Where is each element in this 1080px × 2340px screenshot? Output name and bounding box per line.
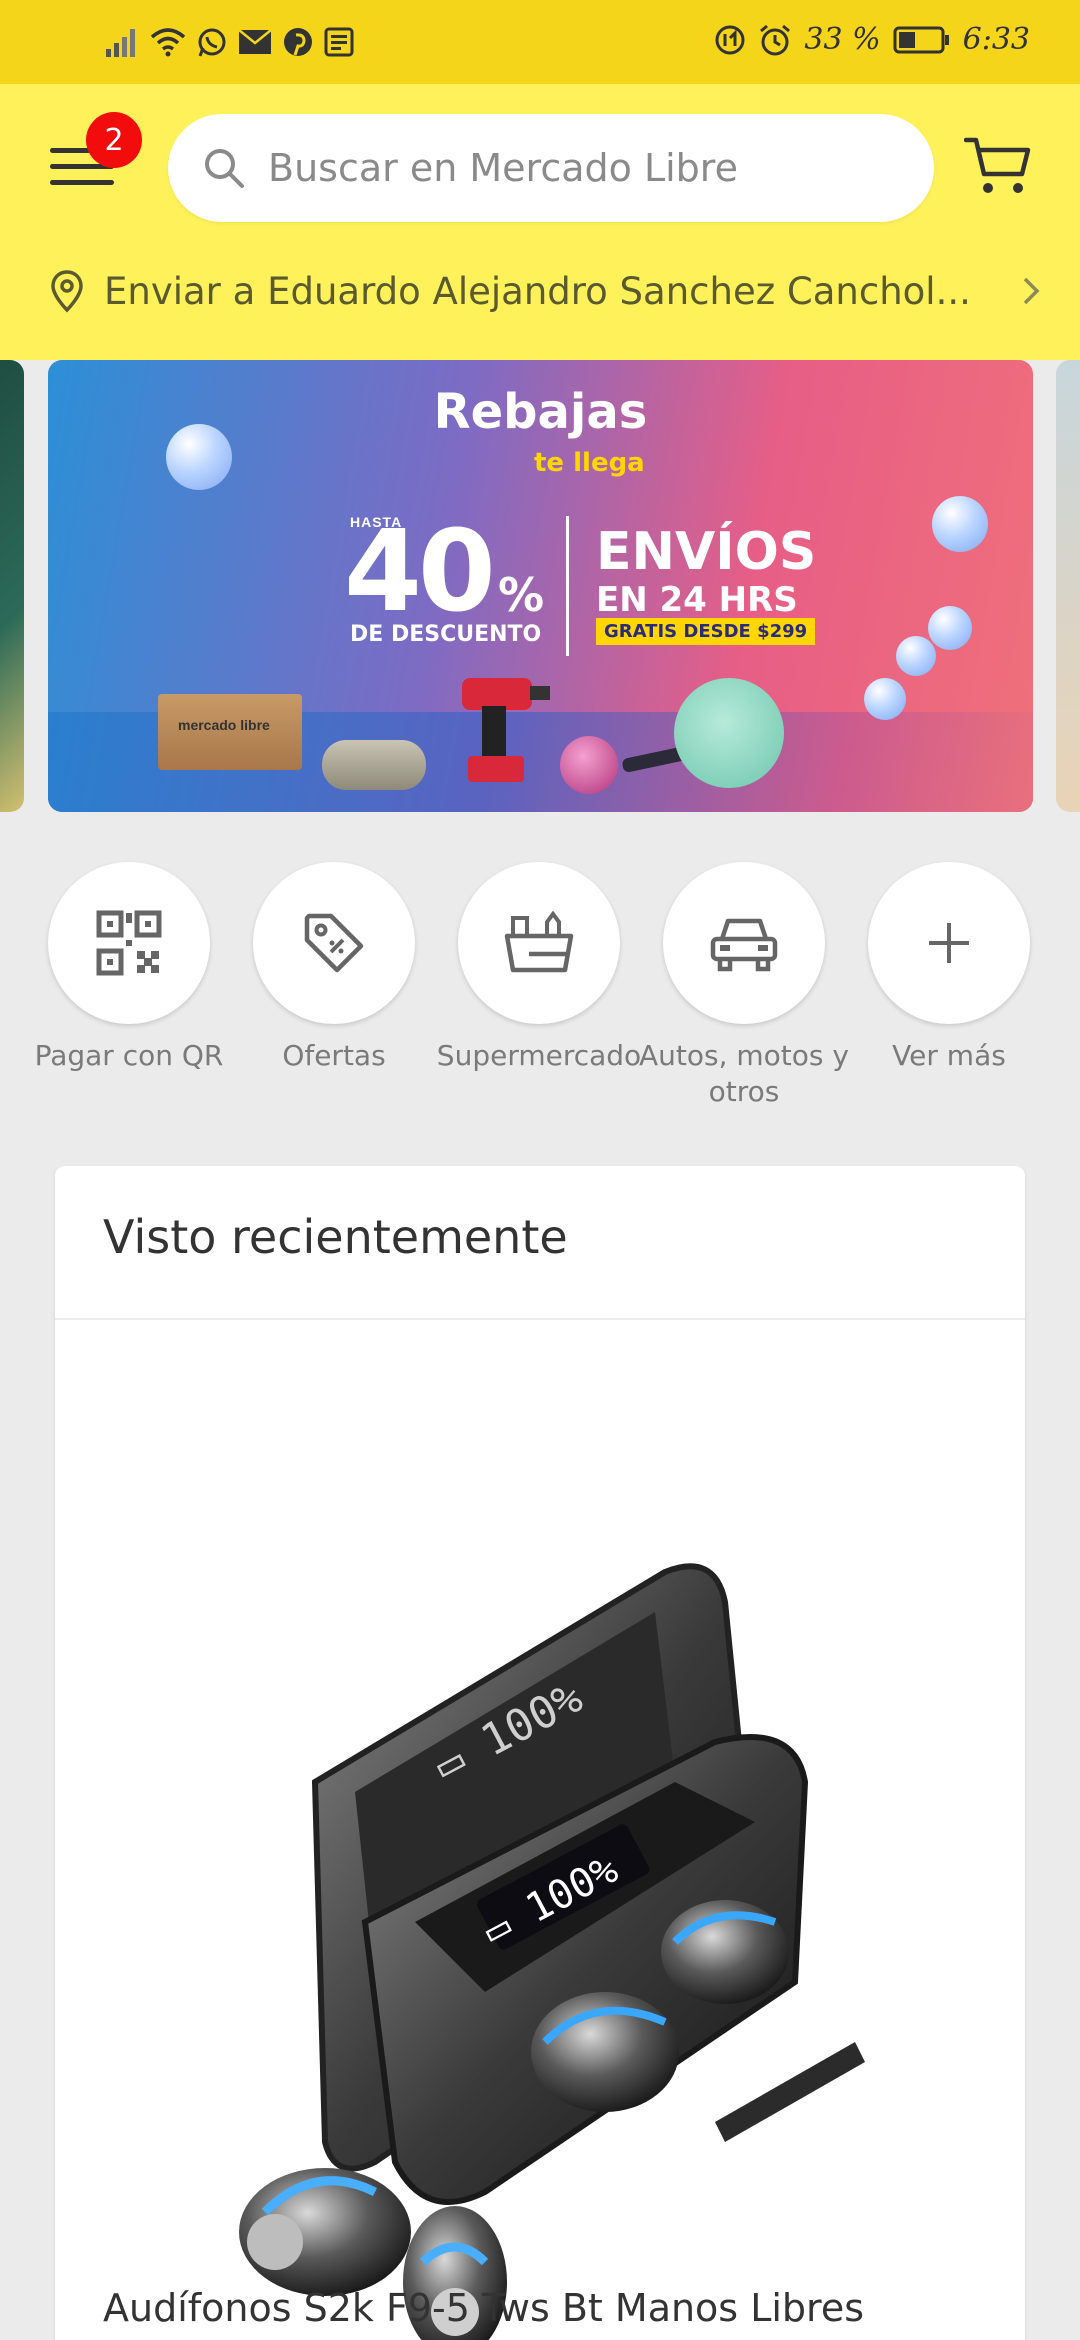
alarm-icon bbox=[760, 24, 791, 55]
clock-time: 6:33 bbox=[962, 22, 1030, 57]
card-divider bbox=[55, 1318, 1025, 1320]
shortcut-pagar-qr[interactable]: Pagar con QR bbox=[24, 862, 234, 1074]
status-bar: 33 % 6:33 bbox=[0, 0, 1080, 84]
shortcuts-row: Pagar con QR Ofertas Supermercado Autos,… bbox=[0, 862, 1080, 1122]
plus-icon bbox=[929, 923, 969, 963]
battery-icon bbox=[893, 26, 949, 53]
news-icon bbox=[324, 27, 354, 57]
notification-badge: 2 bbox=[86, 112, 142, 168]
decorative-ball bbox=[928, 606, 972, 650]
banner-discount-label: DE DESCUENTO bbox=[350, 622, 542, 647]
search-bar[interactable]: Buscar en Mercado Libre bbox=[168, 114, 934, 222]
status-icons-right: 33 % 6:33 bbox=[714, 22, 1030, 57]
price-tag-icon bbox=[304, 913, 364, 973]
cart-icon[interactable] bbox=[964, 136, 1032, 198]
speaker-product bbox=[322, 740, 426, 790]
location-pin-icon bbox=[51, 270, 83, 313]
shortcut-label: Ofertas bbox=[282, 1039, 386, 1072]
product-title[interactable]: Audífonos S2k F9-5 Tws Bt Manos Libres bbox=[103, 2286, 864, 2330]
shortcut-circle[interactable] bbox=[458, 862, 620, 1024]
toy-ball-product bbox=[560, 736, 618, 794]
shortcut-circle[interactable] bbox=[48, 862, 210, 1024]
pan-product bbox=[674, 678, 784, 788]
shortcut-circle[interactable] bbox=[868, 862, 1030, 1024]
banner-divider bbox=[566, 516, 569, 656]
shortcut-circle[interactable] bbox=[253, 862, 415, 1024]
mercado-libre-box: mercado libre bbox=[158, 694, 302, 770]
shipping-address[interactable]: Enviar a Eduardo Alejandro Sanchez Canch… bbox=[50, 264, 1040, 318]
shortcut-label: Ver más bbox=[892, 1039, 1006, 1072]
battery-percent: 33 % bbox=[804, 22, 881, 57]
recently-viewed-title: Visto recientemente bbox=[103, 1210, 568, 1264]
shortcut-label: Pagar con QR bbox=[34, 1039, 224, 1072]
drill-product bbox=[462, 678, 550, 782]
pinterest-icon bbox=[284, 28, 312, 56]
grocery-basket-icon bbox=[504, 910, 574, 973]
car-icon bbox=[710, 918, 778, 972]
search-icon bbox=[205, 149, 244, 188]
next-banner-peek[interactable] bbox=[1056, 360, 1080, 812]
shortcut-autos[interactable]: Autos, motos y otros bbox=[639, 862, 849, 1110]
decorative-ball bbox=[932, 496, 988, 552]
banner-percent-sign: % bbox=[498, 568, 545, 622]
banner-envios-time: EN 24 HRS bbox=[596, 580, 798, 620]
whatsapp-icon bbox=[198, 28, 226, 57]
banner-title: Rebajas bbox=[433, 384, 648, 440]
hamburger-line bbox=[50, 180, 114, 185]
recently-viewed-card[interactable]: Visto recientemente ▭ 100% ▭ 100% Audífo… bbox=[55, 1166, 1025, 2340]
promo-banner[interactable]: Rebajas te llega HASTA 40 % DE DESCUENTO… bbox=[48, 360, 1033, 812]
status-icons-left bbox=[106, 26, 354, 58]
product-image[interactable]: ▭ 100% ▭ 100% bbox=[155, 1402, 935, 2340]
previous-banner-peek[interactable] bbox=[0, 360, 24, 812]
shortcut-ofertas[interactable]: Ofertas bbox=[229, 862, 439, 1074]
box-brand-label: mercado libre bbox=[178, 717, 270, 733]
shortcut-label: Autos, motos y otros bbox=[639, 1039, 849, 1108]
data-saver-icon bbox=[715, 25, 745, 54]
shortcut-circle[interactable] bbox=[663, 862, 825, 1024]
banner-free-shipping: GRATIS DESDE $299 bbox=[596, 618, 816, 645]
banner-subtitle: te llega bbox=[534, 448, 645, 478]
search-placeholder: Buscar en Mercado Libre bbox=[268, 146, 738, 190]
decorative-ball bbox=[864, 678, 906, 720]
decorative-ball bbox=[896, 636, 936, 676]
wifi-icon bbox=[150, 28, 186, 57]
shortcut-label: Supermercado bbox=[436, 1039, 642, 1072]
chevron-right-icon bbox=[1023, 277, 1040, 305]
address-text: Enviar a Eduardo Alejandro Sanchez Canch… bbox=[104, 269, 971, 313]
qr-code-icon bbox=[96, 910, 162, 976]
promo-carousel[interactable]: Rebajas te llega HASTA 40 % DE DESCUENTO… bbox=[0, 360, 1080, 815]
signal-icon bbox=[106, 29, 135, 57]
banner-envios: ENVÍOS bbox=[596, 522, 817, 582]
mail-icon bbox=[238, 29, 272, 54]
shortcut-supermercado[interactable]: Supermercado bbox=[434, 862, 644, 1074]
shortcut-ver-mas[interactable]: Ver más bbox=[844, 862, 1054, 1074]
banner-percent: 40 bbox=[344, 507, 496, 637]
